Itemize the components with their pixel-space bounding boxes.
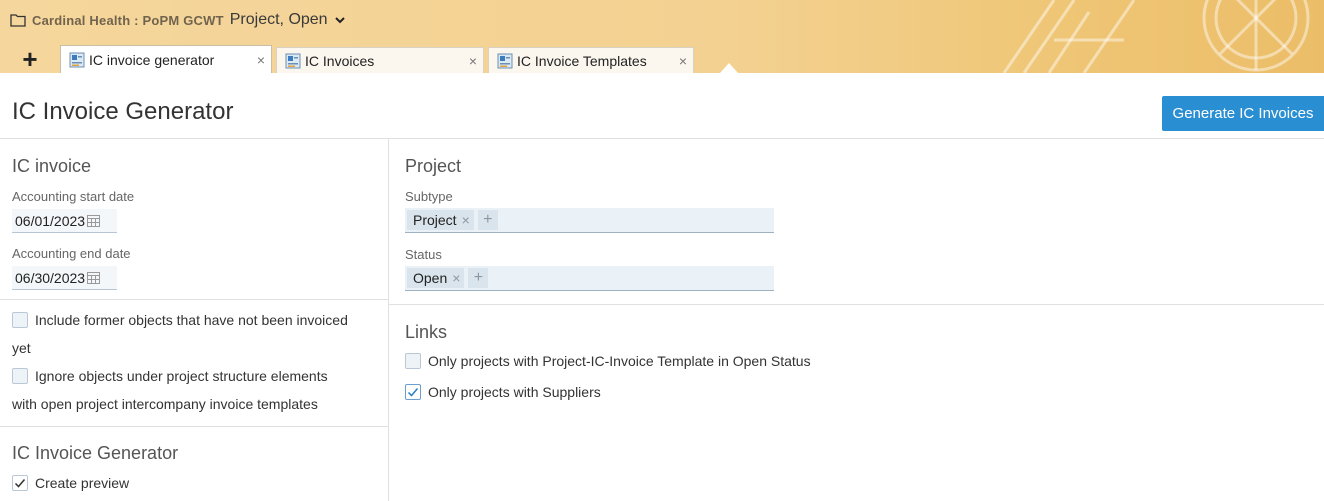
include-former-objects-label: Include former objects that have not bee… bbox=[35, 312, 348, 328]
tab-ic-invoices[interactable]: IC Invoices × bbox=[276, 47, 484, 73]
calendar-icon[interactable] bbox=[87, 271, 101, 284]
status-tag: Open × bbox=[407, 268, 465, 288]
accounting-start-date-field[interactable]: 06/01/2023 bbox=[12, 209, 117, 233]
page-title: IC Invoice Generator bbox=[12, 98, 234, 125]
template-open-status-checkbox[interactable] bbox=[405, 353, 421, 369]
breadcrumb[interactable]: Cardinal Health : PoPM GCWT Project, Ope… bbox=[10, 9, 346, 31]
breadcrumb-context: Project, Open bbox=[229, 11, 328, 28]
header-band: Cardinal Health : PoPM GCWT Project, Ope… bbox=[0, 0, 1324, 73]
left-divider-2 bbox=[0, 426, 388, 427]
add-tag-icon[interactable]: + bbox=[468, 268, 489, 288]
create-preview-checkbox[interactable] bbox=[12, 475, 28, 491]
title-divider bbox=[0, 138, 1324, 139]
accounting-end-date-label: Accounting end date bbox=[12, 246, 131, 261]
column-divider bbox=[388, 139, 389, 501]
subtype-tag: Project × bbox=[407, 210, 474, 230]
right-divider bbox=[389, 304, 1324, 305]
include-former-objects-option[interactable]: Include former objects that have not bee… bbox=[12, 306, 382, 362]
chevron-down-icon[interactable] bbox=[334, 14, 346, 26]
suppliers-label: Only projects with Suppliers bbox=[428, 384, 601, 400]
create-preview-option[interactable]: Create preview bbox=[12, 469, 129, 497]
links-section-title: Links bbox=[405, 322, 448, 342]
accounting-end-date-value: 06/30/2023 bbox=[15, 269, 86, 286]
subtype-field[interactable]: Project × + bbox=[405, 208, 774, 233]
decorative-drawing-icon bbox=[1002, 0, 1310, 73]
left-divider-1 bbox=[0, 299, 388, 300]
add-tag-icon[interactable]: + bbox=[477, 210, 498, 230]
ignore-objects-label-continued: with open project intercompany invoice t… bbox=[12, 396, 318, 412]
remove-tag-icon[interactable]: × bbox=[452, 270, 460, 286]
generate-ic-invoices-button[interactable]: Generate IC Invoices bbox=[1162, 96, 1324, 131]
include-former-objects-label-continued: yet bbox=[12, 340, 31, 356]
ignore-objects-label: Ignore objects under project structure e… bbox=[35, 368, 328, 384]
tab-bar: + IC invoice generator × IC Invoices × I… bbox=[0, 45, 698, 73]
project-section-title: Project bbox=[405, 156, 462, 176]
tab-ic-invoice-templates[interactable]: IC Invoice Templates × bbox=[488, 47, 694, 73]
close-icon[interactable]: × bbox=[247, 52, 265, 68]
template-open-status-option[interactable]: Only projects with Project-IC-Invoice Te… bbox=[405, 347, 811, 375]
tab-label: IC Invoices bbox=[305, 52, 375, 69]
close-icon[interactable]: × bbox=[459, 53, 477, 69]
invoice-app-icon bbox=[285, 53, 301, 68]
tab-notch bbox=[720, 63, 738, 73]
accounting-start-date-value: 06/01/2023 bbox=[15, 212, 86, 229]
include-former-objects-checkbox[interactable] bbox=[12, 312, 28, 328]
add-tab-button[interactable]: + bbox=[0, 45, 60, 73]
status-label: Status bbox=[405, 247, 442, 262]
remove-tag-icon[interactable]: × bbox=[462, 212, 470, 228]
accounting-start-date-label: Accounting start date bbox=[12, 189, 135, 204]
subtype-tag-label: Project bbox=[413, 212, 457, 228]
template-open-status-label: Only projects with Project-IC-Invoice Te… bbox=[428, 353, 811, 369]
calendar-icon[interactable] bbox=[87, 214, 101, 227]
status-tag-label: Open bbox=[413, 270, 448, 286]
close-icon[interactable]: × bbox=[669, 53, 687, 69]
suppliers-option[interactable]: Only projects with Suppliers bbox=[405, 378, 601, 406]
ignore-objects-checkbox[interactable] bbox=[12, 368, 28, 384]
invoice-app-icon bbox=[69, 52, 85, 67]
invoice-app-icon bbox=[497, 53, 513, 68]
ic-invoice-section-title: IC invoice bbox=[12, 156, 92, 176]
tab-label: IC Invoice Templates bbox=[517, 52, 647, 69]
breadcrumb-redacted-path: Cardinal Health : PoPM GCWT bbox=[32, 12, 224, 28]
ignore-objects-option[interactable]: Ignore objects under project structure e… bbox=[12, 362, 382, 418]
checkmark-icon bbox=[14, 479, 26, 488]
folder-icon bbox=[10, 14, 26, 27]
status-field[interactable]: Open × + bbox=[405, 266, 774, 291]
accounting-end-date-field[interactable]: 06/30/2023 bbox=[12, 266, 117, 290]
tab-label: IC invoice generator bbox=[89, 51, 215, 68]
subtype-label: Subtype bbox=[405, 189, 453, 204]
checkmark-icon bbox=[407, 388, 419, 397]
create-preview-label: Create preview bbox=[35, 475, 130, 491]
suppliers-checkbox[interactable] bbox=[405, 384, 421, 400]
tab-ic-invoice-generator[interactable]: IC invoice generator × bbox=[60, 45, 272, 73]
ic-invoice-generator-section-title: IC Invoice Generator bbox=[12, 443, 179, 463]
